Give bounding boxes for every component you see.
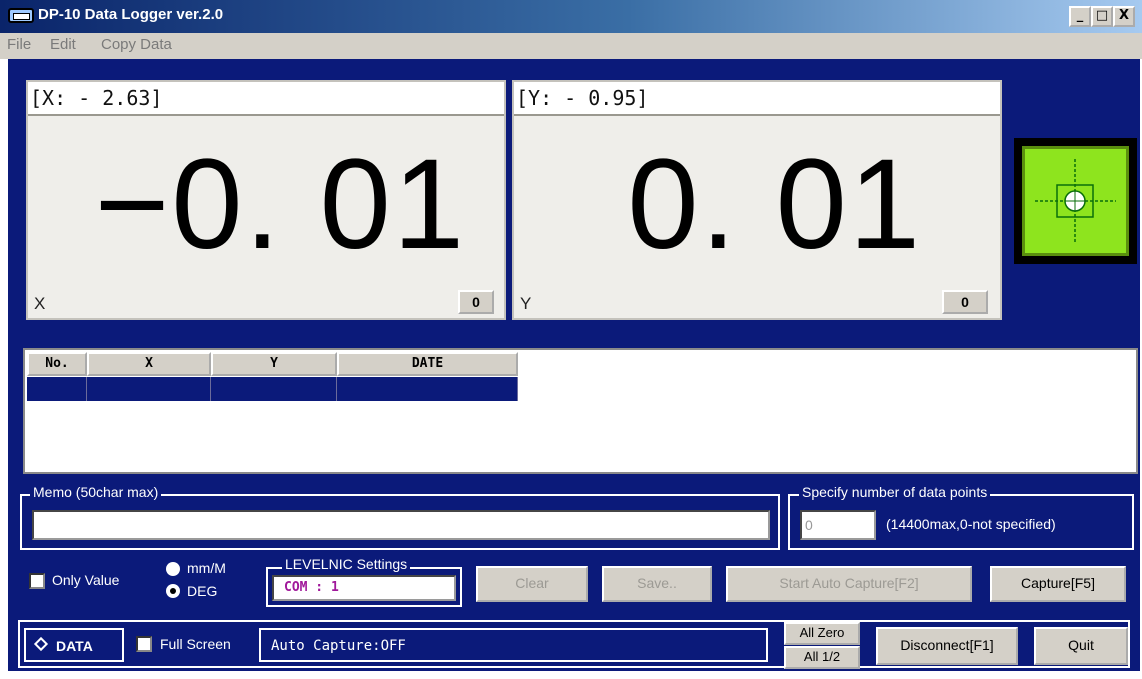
full-screen-label: Full Screen (160, 636, 231, 652)
unit-deg-label: DEG (187, 583, 218, 599)
data-points-legend: Specify number of data points (799, 484, 991, 500)
maximize-button[interactable]: □ (1091, 6, 1113, 27)
level-field (1022, 146, 1129, 256)
x-axis-label: X (34, 294, 46, 313)
menu-bar: File Edit Copy Data (0, 33, 1142, 59)
com-port-field[interactable]: COM : 1 (272, 575, 456, 601)
title-bar[interactable]: DP-10 Data Logger ver.2.0 _ □ X (0, 0, 1142, 33)
table-cell[interactable] (27, 377, 87, 401)
y-value: 0. 01 (627, 133, 922, 276)
only-value-label: Only Value (52, 572, 120, 588)
unit-mm-radio[interactable] (166, 562, 180, 576)
unit-mm-label: mm/M (187, 560, 226, 576)
disconnect-button[interactable]: Disconnect[F1] (876, 627, 1018, 665)
table-cell[interactable] (87, 377, 211, 401)
col-header-x[interactable]: X (87, 352, 211, 376)
diamond-icon (33, 636, 49, 652)
full-screen-checkbox[interactable] (136, 636, 152, 652)
clear-button[interactable]: Clear (476, 566, 588, 602)
only-value-checkbox[interactable] (29, 573, 45, 589)
auto-capture-status-text: Auto Capture:OFF (271, 638, 406, 654)
data-points-input[interactable]: 0 (800, 510, 876, 540)
data-table[interactable]: No. X Y DATE (23, 348, 1138, 474)
col-header-y[interactable]: Y (211, 352, 337, 376)
menu-edit[interactable]: Edit (50, 36, 76, 53)
save-button[interactable]: Save.. (602, 566, 712, 602)
data-points-note: (14400max,0-not specified) (886, 516, 1056, 532)
table-cell[interactable] (211, 377, 337, 401)
col-header-date[interactable]: DATE (337, 352, 518, 376)
col-header-no[interactable]: No. (27, 352, 87, 376)
all-half-button[interactable]: All 1/2 (784, 646, 860, 669)
bubble-crosshair-icon (1035, 159, 1116, 243)
start-auto-capture-button[interactable]: Start Auto Capture[F2] (726, 566, 972, 602)
data-indicator: DATA (24, 628, 124, 662)
quit-button[interactable]: Quit (1034, 627, 1128, 665)
close-button[interactable]: X (1113, 6, 1135, 27)
y-header: [Y: - 0.95] (514, 82, 1000, 116)
data-indicator-label: DATA (56, 638, 93, 654)
minimize-button[interactable]: _ (1069, 6, 1091, 27)
auto-capture-status: Auto Capture:OFF (259, 628, 768, 662)
table-cell[interactable] (337, 377, 518, 401)
y-zero-button[interactable]: 0 (942, 290, 988, 314)
level-indicator (1014, 138, 1137, 264)
levelnic-legend: LEVELNIC Settings (282, 556, 411, 572)
all-zero-button[interactable]: All Zero (784, 622, 860, 645)
unit-deg-radio[interactable] (166, 584, 180, 598)
x-value: −0. 01 (94, 133, 466, 276)
y-axis-label: Y (520, 294, 532, 313)
capture-button[interactable]: Capture[F5] (990, 566, 1126, 602)
y-display: [Y: - 0.95] 0. 01 Y 0 (512, 80, 1002, 320)
memo-legend: Memo (50char max) (30, 484, 162, 500)
window-title: DP-10 Data Logger ver.2.0 (38, 6, 224, 23)
app-icon (8, 8, 34, 23)
menu-copy-data[interactable]: Copy Data (101, 36, 172, 53)
x-display: [X: - 2.63] −0. 01 X 0 (26, 80, 506, 320)
x-zero-button[interactable]: 0 (458, 290, 494, 314)
x-header: [X: - 2.63] (28, 82, 504, 116)
menu-file[interactable]: File (7, 36, 31, 53)
memo-input[interactable] (32, 510, 770, 540)
